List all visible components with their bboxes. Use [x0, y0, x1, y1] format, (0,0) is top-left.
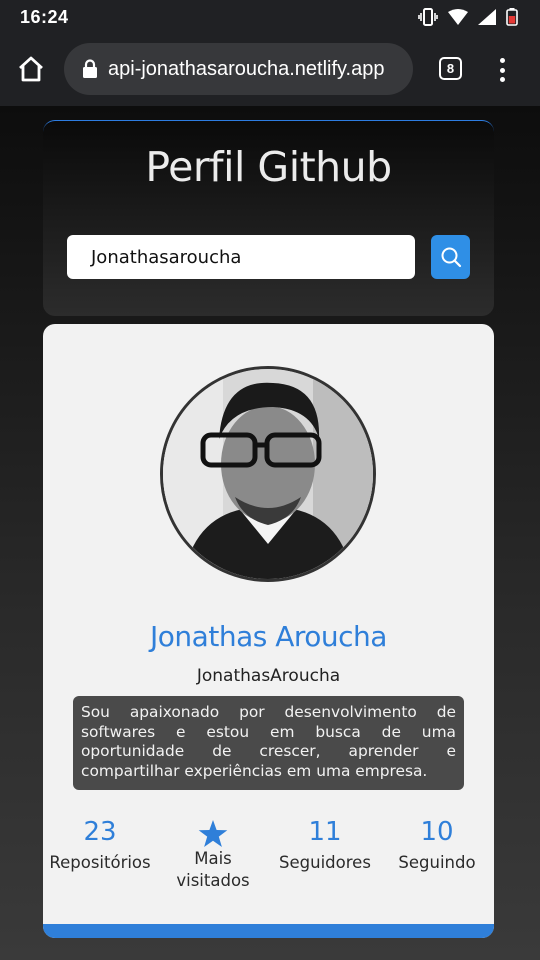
wifi-icon [448, 9, 468, 25]
search-button[interactable] [431, 235, 470, 279]
overflow-menu-button[interactable] [494, 56, 510, 84]
most-visited-label-line1: Mais [194, 849, 232, 868]
star-icon [198, 820, 228, 847]
search-header-card: Perfil Github Jonathasaroucha [43, 120, 494, 316]
home-icon [19, 56, 43, 82]
vibrate-icon [418, 8, 438, 26]
battery-icon [506, 8, 518, 26]
url-bar[interactable]: api-jonathasaroucha.netlify.app [64, 43, 413, 95]
signal-icon [478, 9, 496, 25]
profile-login: JonathasAroucha [196, 666, 341, 686]
stat-following[interactable]: 10 Seguindo [389, 812, 485, 874]
tab-switcher-button[interactable]: 8 [439, 57, 462, 80]
page-title: Perfil Github [145, 143, 392, 191]
lock-icon [83, 59, 97, 78]
status-bar: 16:24 [0, 0, 540, 34]
profile-name: Jonathas Aroucha [150, 620, 387, 653]
url-text: api-jonathasaroucha.netlify.app [108, 57, 385, 80]
profile-card: Jonathas Aroucha JonathasAroucha Sou apa… [43, 324, 494, 938]
following-label: Seguindo [398, 853, 476, 872]
menu-dot-icon [499, 67, 505, 73]
profile-bio: Sou apaixonado por desenvolvimento de so… [73, 696, 464, 790]
status-icons [418, 8, 518, 26]
username-search-input[interactable]: Jonathasaroucha [67, 235, 415, 279]
search-icon [441, 247, 461, 268]
profile-stats: 23 Repositórios Mais visitados 11 Seguid… [43, 812, 494, 902]
repositories-label: Repositórios [49, 853, 151, 872]
following-count: 10 [420, 817, 454, 847]
followers-label: Seguidores [279, 853, 371, 872]
repositories-count: 23 [83, 817, 117, 847]
menu-dot-icon [499, 58, 505, 63]
web-page: Perfil Github Jonathasaroucha Jonathas A… [0, 106, 540, 960]
avatar [160, 366, 376, 582]
home-button[interactable] [16, 54, 46, 84]
avatar-photo [163, 369, 373, 579]
stat-repositories[interactable]: 23 Repositórios [47, 812, 153, 874]
status-time: 16:24 [20, 6, 69, 27]
card-accent-bar [43, 924, 494, 938]
browser-toolbar: api-jonathasaroucha.netlify.app 8 [0, 34, 540, 106]
stat-followers[interactable]: 11 Seguidores [273, 812, 377, 874]
followers-count: 11 [308, 817, 342, 847]
menu-dot-icon [499, 77, 505, 82]
stat-most-visited[interactable]: Mais visitados [163, 812, 263, 892]
most-visited-label-line2: visitados [176, 871, 250, 890]
